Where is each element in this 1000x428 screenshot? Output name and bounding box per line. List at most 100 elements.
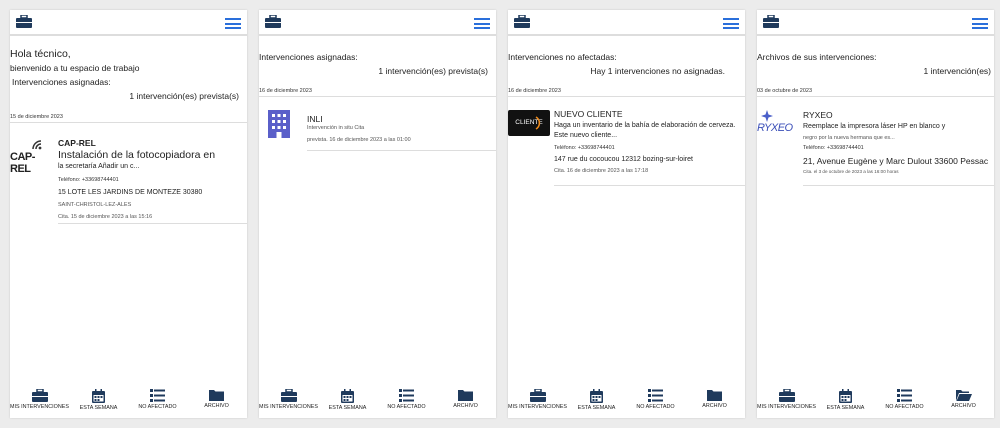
intervention-desc: Haga un inventario de la bahía de elabor… [554,122,736,129]
nav-archive-label: ARCHIVO [702,403,727,409]
menu-icon[interactable] [723,18,739,29]
app-header [508,10,745,36]
intervention-card[interactable]: CAP-REL CAP-REL Instalación de la fotoco… [10,128,247,224]
nav-week-label: ESTA SEMANA [826,405,865,411]
calendar-icon [92,389,105,403]
app-header [10,10,247,36]
folder-icon [458,390,473,401]
screen-home: Hola técnico, bienvenido a tu espacio de… [10,10,247,418]
menu-icon[interactable] [474,18,490,29]
nav-week[interactable]: ESTA SEMANA [567,386,626,418]
calendar-icon [341,389,354,403]
nav-week-label: ESTA SEMANA [79,405,118,411]
intervention-desc-2: negro por la nueva hermana que es... [803,135,895,141]
nav-unassigned-label: NO AFECTADO [138,404,177,410]
list-icon [399,389,414,402]
appointment: Cita. 16 de diciembre 2023 a las 17:18 [554,168,649,174]
client-name: CAP-REL [58,138,96,148]
nav-mine[interactable]: MIS INTERVENCIONES [259,386,318,418]
briefcase-icon [31,389,48,402]
list-icon [897,389,912,402]
cap-rel-logo: CAP-REL [10,140,54,175]
nav-week-label: ESTA SEMANA [328,405,367,411]
client-name: NUEVO CLIENTE [554,109,623,119]
nav-unassigned-label: NO AFECTADO [387,404,426,410]
ryxeo-logo: RYXEO [757,110,801,140]
nav-week[interactable]: ESTA SEMANA [816,386,875,418]
date-header: 16 de diciembre 2023 [259,88,312,94]
nav-mine[interactable]: MIS INTERVENCIONES [757,386,816,418]
date-header: 16 de diciembre 2023 [508,88,561,94]
intervention-count: 1 intervención(es) [923,66,991,76]
briefcase-logo-icon[interactable] [763,15,779,28]
city: SAINT-CHRISTOL-LEZ-ALES [58,202,132,208]
screen-archive: Archivos de sus intervenciones: 1 interv… [757,10,994,418]
address: 15 LOTE LES JARDINS DE MONTEZE 30380 [58,189,203,196]
nav-unassigned[interactable]: NO AFECTADO [875,386,934,418]
building-icon [268,110,290,138]
nav-mine[interactable]: MIS INTERVENCIONES [508,386,567,418]
nav-unassigned[interactable]: NO AFECTADO [377,386,436,418]
intervention-title: Instalación de la fotocopiadora en [58,149,216,161]
appointment: Cita. el 3 de octubre de 2023 a las 16:0… [803,169,899,174]
intervention-card[interactable]: RYXEO RYXEO Reemplace la impresora láser… [757,102,994,182]
briefcase-icon [280,389,297,402]
nav-unassigned-label: NO AFECTADO [885,404,924,410]
menu-icon[interactable] [972,18,988,29]
intervention-count: 1 intervención(es) prevista(s) [129,91,239,101]
calendar-icon [590,389,603,403]
bottom-nav: MIS INTERVENCIONES ESTA SEMANA NO AFECTA… [757,386,994,418]
nav-mine[interactable]: MIS INTERVENCIONES [10,386,69,418]
greeting: Hola técnico, [10,48,71,60]
nav-week[interactable]: ESTA SEMANA [69,386,128,418]
list-icon [150,389,165,402]
cliente-logo: CLIENTE [508,110,550,136]
briefcase-logo-icon[interactable] [16,15,32,28]
intervention-desc-2: Este nuevo cliente... [554,132,618,139]
bottom-nav: MIS INTERVENCIONES ESTA SEMANA NO AFECTA… [10,386,247,418]
bottom-nav: MIS INTERVENCIONES ESTA SEMANA NO AFECTA… [508,386,745,418]
briefcase-logo-icon[interactable] [514,15,530,28]
nav-mine-label: MIS INTERVENCIONES [757,404,816,410]
nav-unassigned[interactable]: NO AFECTADO [128,386,187,418]
client-name: INLI [307,114,323,124]
folder-icon [707,390,722,401]
nav-week[interactable]: ESTA SEMANA [318,386,377,418]
list-icon [648,389,663,402]
menu-icon[interactable] [225,18,241,29]
folder-icon [209,390,224,401]
intervention-desc: Intervención in situ Cita [307,125,365,131]
intervention-card[interactable]: CLIENTE NUEVO CLIENTE Haga un inventario… [508,102,745,182]
client-name: RYXEO [803,110,833,120]
nav-mine-label: MIS INTERVENCIONES [508,404,567,410]
nav-archive[interactable]: ARCHIVO [436,386,495,418]
screen-week: Intervenciones asignadas: 1 intervención… [259,10,496,418]
appointment: Cita. 15 de diciembre 2023 a las 15:16 [58,214,153,220]
address: 147 rue du cocoucou 12312 bozing-sur-loi… [554,156,693,163]
date-header: 03 de octubre de 2023 [757,88,813,94]
appointment: prevista. 16 de diciembre 2023 a las 01:… [307,137,411,143]
briefcase-logo-icon[interactable] [265,15,281,28]
screen-unassigned: Intervenciones no afectadas: Hay 1 inter… [508,10,745,418]
nav-archive[interactable]: ARCHIVO [934,386,993,418]
nav-archive-label: ARCHIVO [453,403,478,409]
section-heading: Intervenciones no afectadas: [508,52,617,62]
phone[interactable]: Teléfono: +33698744401 [58,177,119,183]
nav-mine-label: MIS INTERVENCIONES [10,404,69,410]
nav-archive[interactable]: ARCHIVO [685,386,744,418]
nav-week-label: ESTA SEMANA [577,405,616,411]
nav-mine-label: MIS INTERVENCIONES [259,404,318,410]
folder-open-icon [955,390,972,401]
phone[interactable]: Teléfono: +33698744401 [803,145,864,151]
phone[interactable]: Teléfono: +33698744401 [554,145,615,151]
nav-archive[interactable]: ARCHIVO [187,386,246,418]
nav-unassigned-label: NO AFECTADO [636,404,675,410]
nav-archive-label: ARCHIVO [204,403,229,409]
intervention-card[interactable]: INLI Intervención in situ Cita prevista.… [259,102,496,150]
app-header [259,10,496,36]
nav-unassigned[interactable]: NO AFECTADO [626,386,685,418]
welcome-text: bienvenido a tu espacio de trabajo [10,63,140,73]
intervention-count: Hay 1 intervenciones no asignadas. [590,66,725,76]
bottom-nav: MIS INTERVENCIONES ESTA SEMANA NO AFECTA… [259,386,496,418]
assigned-label: Intervenciones asignadas: [12,77,111,87]
